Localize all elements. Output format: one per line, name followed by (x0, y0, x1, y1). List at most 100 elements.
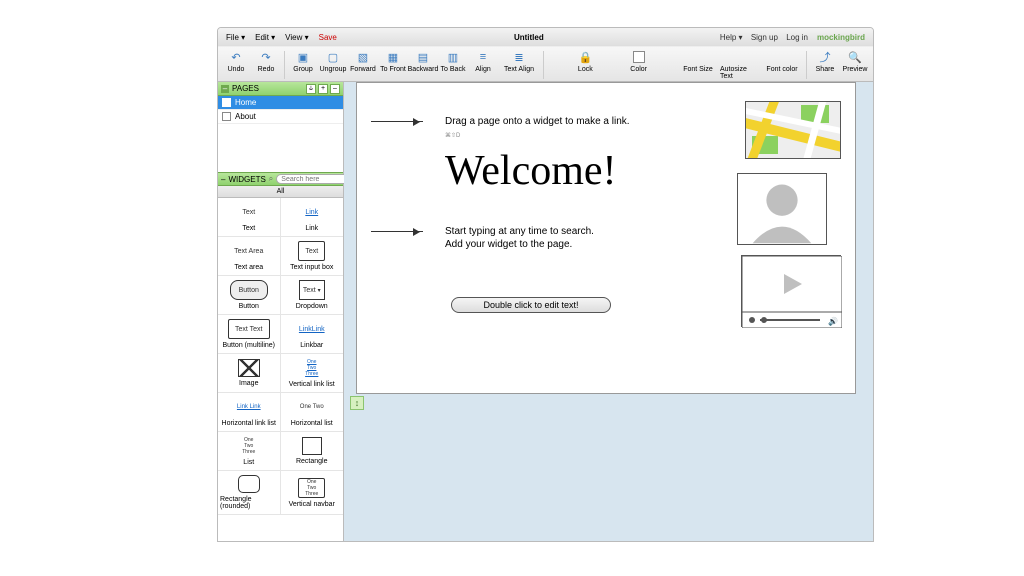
map-widget[interactable] (745, 101, 841, 159)
preview-button[interactable]: 🔍Preview (841, 49, 869, 73)
widget-label: Text input box (290, 264, 333, 271)
ungroup-icon: ▢ (325, 49, 341, 65)
brand-logo: mockingbird (813, 33, 869, 42)
tofront-button[interactable]: ▦To Front (379, 49, 407, 73)
ungroup-button[interactable]: ▢Ungroup (319, 49, 347, 73)
widget-text-input-box[interactable]: TextText input box (281, 237, 344, 275)
widget-horizontal-link-list[interactable]: Link LinkHorizontal link list (218, 393, 281, 431)
editable-button[interactable]: Double click to edit text! (451, 297, 611, 313)
widget-preview: Text (299, 280, 325, 300)
widget-image[interactable]: Image (218, 354, 281, 392)
pages-list: Home About (218, 96, 343, 172)
page-item-about[interactable]: About (218, 110, 343, 124)
toback-button[interactable]: ▥To Back (439, 49, 467, 73)
preview-icon: 🔍 (847, 49, 863, 65)
forward-button[interactable]: ▧Forward (349, 49, 377, 73)
group-button[interactable]: ▣Group (289, 49, 317, 73)
search-icon: ⌕ (269, 174, 273, 184)
widget-link[interactable]: Link Link (281, 198, 344, 236)
widget-vertical-navbar[interactable]: OneTwoThreeVertical navbar (281, 471, 344, 514)
color-button[interactable]: Color (625, 49, 653, 73)
menubar: File ▾ Edit ▾ View ▾ Save Untitled Help … (218, 28, 873, 46)
widget-label: Dropdown (296, 303, 328, 310)
widget-vertical-link-list[interactable]: OneTwoThree Vertical link list (281, 354, 344, 392)
widget-list[interactable]: OneTwoThreeList (218, 432, 281, 470)
widget-button[interactable]: Button Button (218, 276, 281, 314)
autosize-icon (732, 49, 748, 65)
fontcolor-icon (774, 49, 790, 65)
fontcolor-button[interactable]: Font color (762, 49, 802, 73)
widget-label: Horizontal list (291, 420, 333, 427)
widget-label: Text (242, 225, 255, 232)
widget-preview: Button (230, 280, 268, 300)
toback-icon: ▥ (445, 49, 461, 65)
widget-preview: Text Area (234, 241, 263, 261)
undo-button[interactable]: ↶Undo (222, 49, 250, 73)
widget-label: Image (239, 380, 258, 387)
textalign-button[interactable]: ≣Text Align (499, 49, 539, 73)
widgets-tab-all[interactable]: All (218, 186, 343, 198)
menubar-right: Help ▾ Sign up Log in (717, 33, 811, 42)
video-widget[interactable]: 🔊 (741, 255, 841, 327)
widgets-title: WIDGETS (228, 175, 265, 184)
link-signup[interactable]: Sign up (751, 33, 778, 42)
fontsize-button[interactable]: Font Size (678, 49, 718, 73)
undo-icon: ↶ (228, 49, 244, 65)
collapse-icon[interactable]: – (221, 175, 225, 184)
arrow-icon (371, 231, 423, 232)
widget-label: Linkbar (300, 342, 323, 349)
backward-icon: ▤ (415, 49, 431, 65)
share-button[interactable]: ⤴Share (811, 49, 839, 73)
widget-preview (238, 359, 260, 377)
widget-text[interactable]: TextText (218, 198, 281, 236)
widget-dropdown[interactable]: Text Dropdown (281, 276, 344, 314)
page-lock-icon[interactable]: ⫝ (306, 84, 316, 94)
pages-title: PAGES (232, 84, 259, 93)
widget-preview (302, 437, 322, 455)
widget-label: Vertical link list (289, 381, 335, 388)
menu-file[interactable]: File ▾ (222, 33, 249, 42)
autosize-button[interactable]: Autosize Text (720, 49, 760, 80)
page-add-button[interactable]: + (318, 84, 328, 94)
redo-button[interactable]: ↷Redo (252, 49, 280, 73)
page-del-button[interactable]: – (330, 84, 340, 94)
pages-panel-header[interactable]: – PAGES ⫝ + – (218, 82, 343, 96)
widget-label: Button (239, 303, 259, 310)
welcome-heading[interactable]: Welcome! (445, 147, 617, 195)
redo-icon: ↷ (258, 49, 274, 65)
toolbar: ↶Undo ↷Redo ▣Group ▢Ungroup ▧Forward ▦To… (218, 46, 873, 82)
widget-text-area[interactable]: Text AreaText area (218, 237, 281, 275)
align-icon: ≡ (475, 49, 491, 65)
widget-linkbar[interactable]: LinkLinkLinkbar (281, 315, 344, 353)
menu-edit[interactable]: Edit ▾ (251, 33, 279, 42)
widget-label: Vertical navbar (289, 501, 335, 508)
widget-horizontal-list[interactable]: One TwoHorizontal list (281, 393, 344, 431)
link-login[interactable]: Log in (786, 33, 808, 42)
widget-rectangle-rounded-[interactable]: Rectangle (rounded) (218, 471, 281, 514)
widget-preview: OneTwoThree (305, 358, 318, 378)
widget-rectangle[interactable]: Rectangle (281, 432, 344, 470)
backward-button[interactable]: ▤Backward (409, 49, 437, 73)
canvas-area[interactable]: Drag a page onto a widget to make a link… (344, 82, 873, 541)
widget-label: Link (305, 225, 318, 232)
widget-preview: Link (305, 202, 318, 222)
collapse-icon[interactable]: – (221, 85, 229, 93)
align-button[interactable]: ≡Align (469, 49, 497, 73)
avatar-widget[interactable] (737, 173, 827, 245)
widget-button-multiline-[interactable]: Text TextButton (multiline) (218, 315, 281, 353)
artboard[interactable]: Drag a page onto a widget to make a link… (356, 82, 856, 394)
menu-view[interactable]: View ▾ (281, 33, 312, 42)
menu-help[interactable]: Help ▾ (720, 33, 743, 42)
lock-button[interactable]: 🔒Lock (571, 49, 599, 73)
page-icon (222, 112, 231, 121)
widget-label: Button (multiline) (222, 342, 275, 349)
hint-start-typing: Start typing at any time to search. Add … (445, 225, 594, 251)
resize-handle[interactable]: ↕ (350, 396, 364, 410)
fontsize-icon (690, 49, 706, 65)
menu-save[interactable]: Save (315, 33, 341, 42)
widget-label: Rectangle (296, 458, 328, 465)
textalign-icon: ≣ (511, 49, 527, 65)
page-item-home[interactable]: Home (218, 96, 343, 110)
lock-icon: 🔒 (577, 49, 593, 65)
color-icon (631, 49, 647, 65)
